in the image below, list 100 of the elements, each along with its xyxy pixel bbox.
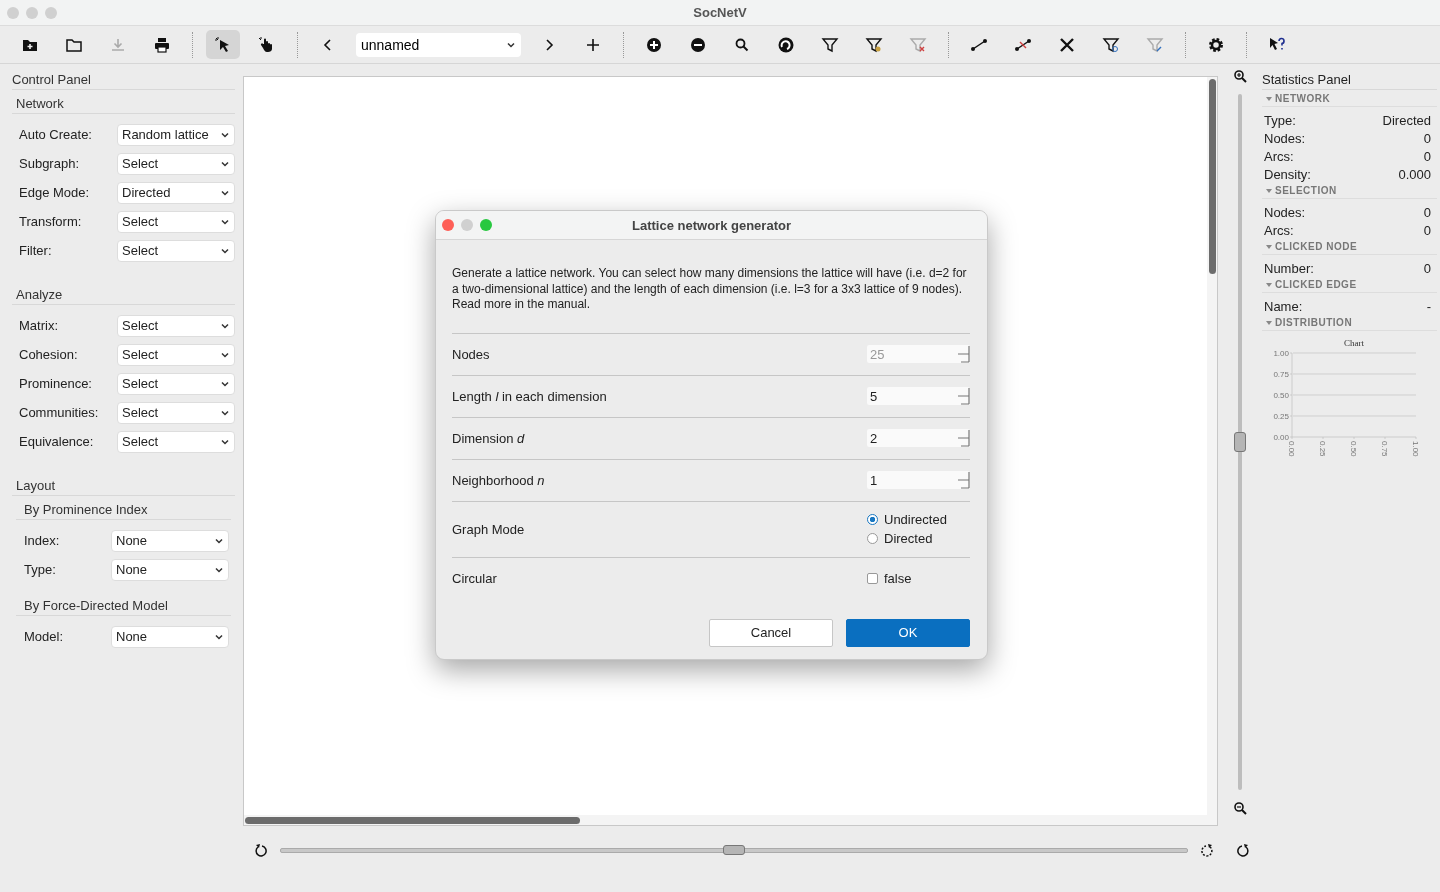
field-label: Subgraph: xyxy=(19,156,79,171)
add-node-icon xyxy=(645,35,663,54)
stat-value: 0 xyxy=(1423,204,1431,220)
filter-icon xyxy=(1102,35,1120,54)
stat-value: - xyxy=(1426,298,1431,314)
slider-thumb[interactable] xyxy=(1234,432,1246,452)
section-header: NETWORK xyxy=(1275,93,1331,104)
zoom-in-icon xyxy=(1233,69,1247,83)
slider-thumb[interactable] xyxy=(723,844,745,855)
tick-label: 1.00 xyxy=(1411,441,1420,457)
dropdown[interactable]: Directed xyxy=(117,181,235,204)
dropdown[interactable]: Select xyxy=(117,372,235,395)
dropdown[interactable]: Select xyxy=(117,343,235,366)
radio-label[interactable]: Undirected xyxy=(884,512,947,527)
stat-label: Number: xyxy=(1264,260,1314,276)
field-label: Auto Create: xyxy=(19,127,92,142)
tick-label: 0.00 xyxy=(1273,433,1289,442)
tick-label: 0.50 xyxy=(1273,391,1289,400)
file-dropdown[interactable]: unnamed xyxy=(356,32,521,57)
row-label: Circular xyxy=(452,570,497,586)
dropdown[interactable]: None xyxy=(111,529,229,552)
stat-label: Nodes: xyxy=(1264,130,1306,146)
pointer-button[interactable] xyxy=(206,30,240,59)
dropdown[interactable]: Select xyxy=(117,152,235,175)
stat-label: Arcs: xyxy=(1264,148,1294,164)
triangle-icon[interactable] xyxy=(1266,319,1272,326)
dropdown[interactable]: Select xyxy=(117,314,235,337)
section-header: DISTRIBUTION xyxy=(1275,317,1353,328)
field-label: Transform: xyxy=(19,214,82,229)
spin-box[interactable]: 2 xyxy=(867,429,970,447)
field-label: Type: xyxy=(24,562,56,577)
panel-title: Statistics Panel xyxy=(1262,72,1437,90)
filter-icon xyxy=(909,35,927,54)
subsection-title: By Prominence Index xyxy=(16,502,231,520)
stat-label: Density: xyxy=(1264,166,1311,182)
dropdown[interactable]: Select xyxy=(117,239,235,262)
stat-value: 0.000 xyxy=(1398,166,1431,182)
dropdown[interactable]: Select xyxy=(117,401,235,424)
radio-button[interactable] xyxy=(867,533,878,544)
field-label: Model: xyxy=(24,629,64,644)
panel-title: Control Panel xyxy=(12,72,235,90)
field-label: Edge Mode: xyxy=(19,185,90,200)
spin-box[interactable]: 5 xyxy=(867,387,970,405)
stat-value: 0 xyxy=(1423,130,1431,146)
section-header: CLICKED NODE xyxy=(1275,241,1358,252)
tick-label: 0.75 xyxy=(1380,441,1389,457)
tick-label: 0.25 xyxy=(1273,412,1289,421)
chart-title: Chart xyxy=(1344,338,1364,348)
cancel-button[interactable]: Cancel xyxy=(709,618,833,647)
zoom-out-icon xyxy=(1233,801,1247,815)
dropdown[interactable]: Select xyxy=(117,210,235,233)
rotate-slider[interactable] xyxy=(280,847,1188,853)
stat-label: Nodes: xyxy=(1264,204,1306,220)
tick-label: 0.50 xyxy=(1349,441,1358,457)
dropdown[interactable]: None xyxy=(111,558,229,581)
close-button[interactable] xyxy=(442,219,454,231)
stat-label: Arcs: xyxy=(1264,222,1294,238)
row-label: Graph Mode xyxy=(452,521,525,537)
triangle-icon[interactable] xyxy=(1266,281,1272,288)
stat-value: 0 xyxy=(1423,260,1431,276)
disc-icon xyxy=(777,35,795,54)
filter-icon xyxy=(865,35,883,54)
checkbox[interactable] xyxy=(867,572,878,584)
spin-box[interactable]: 1 xyxy=(867,471,970,489)
circular-arrow-icon xyxy=(254,843,268,857)
section-title: Network xyxy=(12,96,235,114)
row-label: Neighborhood n xyxy=(452,472,545,488)
section-title: Analyze xyxy=(12,287,235,305)
circular-arrow-icon xyxy=(1236,843,1250,857)
field-label: Equivalence: xyxy=(19,434,94,449)
dropdown[interactable]: None xyxy=(111,625,229,648)
dropdown[interactable]: Random lattice xyxy=(117,123,235,146)
filter-icon xyxy=(1146,35,1164,54)
row-label: Length l in each dimension xyxy=(452,388,607,404)
section-title: Layout xyxy=(12,478,235,496)
triangle-icon[interactable] xyxy=(1266,95,1272,102)
checkbox-label[interactable]: false xyxy=(884,570,912,586)
field-label: Matrix: xyxy=(19,318,58,333)
settings-icon xyxy=(1207,35,1225,54)
vertical-scrollbar[interactable] xyxy=(1207,77,1217,815)
field-label: Prominence: xyxy=(19,376,92,391)
window-title: SocNetV xyxy=(693,5,747,20)
stat-value: 0 xyxy=(1423,222,1431,238)
triangle-icon[interactable] xyxy=(1266,187,1272,194)
dropdown[interactable]: Select xyxy=(117,430,235,453)
stat-label: Type: xyxy=(1264,112,1296,128)
radio-label[interactable]: Directed xyxy=(884,531,933,546)
tick-label: 0.25 xyxy=(1318,441,1327,457)
field-label: Communities: xyxy=(19,405,99,420)
section-header: CLICKED EDGE xyxy=(1275,279,1357,290)
ok-button[interactable]: OK xyxy=(846,618,970,647)
horizontal-scrollbar[interactable] xyxy=(244,815,1217,825)
row-label: Nodes xyxy=(452,346,490,362)
section-header: SELECTION xyxy=(1275,185,1337,196)
subsection-title: By Force-Directed Model xyxy=(16,598,231,616)
field-label: Cohesion: xyxy=(19,347,78,362)
triangle-icon[interactable] xyxy=(1266,243,1272,250)
field-label: Filter: xyxy=(19,243,52,258)
radio-button[interactable] xyxy=(867,514,878,525)
row-label: Dimension d xyxy=(452,430,525,446)
